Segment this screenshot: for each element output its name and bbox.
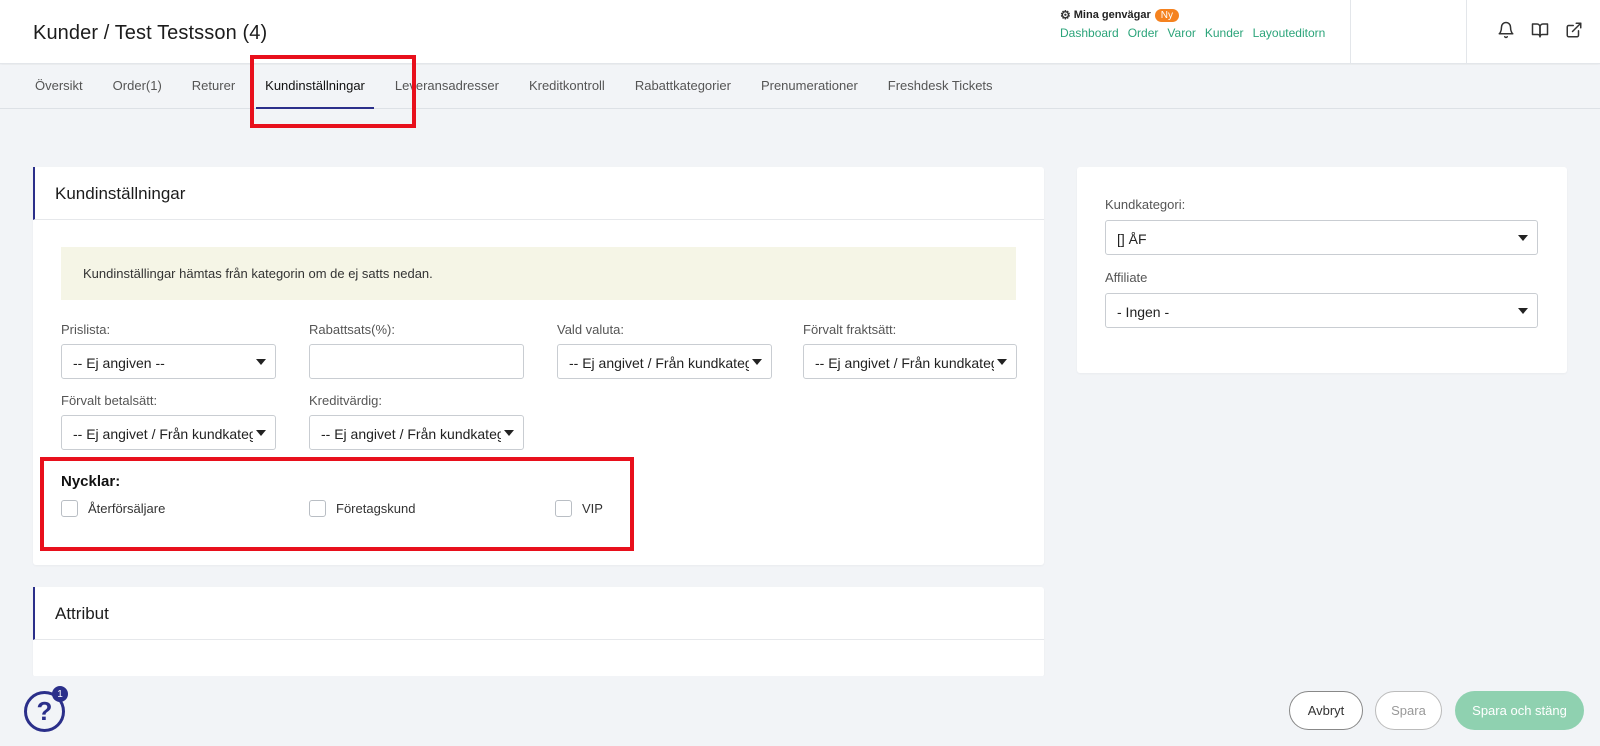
tab-freshdesk-tickets[interactable]: Freshdesk Tickets bbox=[873, 65, 1008, 109]
gear-icon: ⚙ bbox=[1060, 8, 1071, 22]
credit-label: Kreditvärdig: bbox=[309, 393, 382, 408]
caret-down-icon bbox=[504, 430, 514, 436]
shipping-label: Förvalt fraktsätt: bbox=[803, 322, 897, 337]
tab-kreditkontroll[interactable]: Kreditkontroll bbox=[514, 65, 620, 109]
shortcut-link-varor[interactable]: Varor bbox=[1167, 26, 1195, 40]
caret-down-icon bbox=[1518, 235, 1528, 241]
discount-input[interactable] bbox=[309, 344, 524, 379]
pricelist-select[interactable]: -- Ej angiven -- bbox=[61, 344, 276, 379]
affiliate-select[interactable]: - Ingen - bbox=[1105, 293, 1538, 328]
customer-settings-title: Kundinställningar bbox=[33, 167, 1044, 220]
bell-icon[interactable] bbox=[1496, 20, 1516, 40]
shortcut-link-dashboard[interactable]: Dashboard bbox=[1060, 26, 1119, 40]
pricelist-label: Prislista: bbox=[61, 322, 111, 337]
header-divider bbox=[1466, 0, 1467, 64]
keys-title: Nycklar: bbox=[61, 473, 121, 490]
caret-down-icon bbox=[256, 430, 266, 436]
checkbox-label: Företagskund bbox=[336, 501, 416, 516]
shortcuts-label: Mina genvägar bbox=[1073, 9, 1151, 21]
caret-down-icon bbox=[1518, 308, 1528, 314]
page-title: Kunder / Test Testsson (4) bbox=[33, 22, 268, 44]
currency-select[interactable]: -- Ej angivet / Från kundkategori -- bbox=[557, 344, 772, 379]
category-value: [] ÅF bbox=[1117, 231, 1147, 247]
category-label: Kundkategori: bbox=[1105, 197, 1186, 212]
checkbox-vip[interactable]: VIP bbox=[555, 500, 603, 517]
currency-label: Vald valuta: bbox=[557, 322, 624, 337]
affiliate-label: Affiliate bbox=[1105, 270, 1148, 285]
customer-category-card: Kundkategori: [] ÅF Affiliate - Ingen - bbox=[1077, 167, 1567, 373]
discount-label: Rabattsats(%): bbox=[309, 322, 395, 337]
checkbox-box[interactable] bbox=[61, 500, 78, 517]
shortcut-links: Dashboard Order Varor Kunder Layoutedito… bbox=[1060, 26, 1325, 40]
caret-down-icon bbox=[256, 359, 266, 365]
attributes-card: Attribut bbox=[33, 587, 1044, 677]
cancel-button[interactable]: Avbryt bbox=[1289, 691, 1363, 730]
save-and-close-button[interactable]: Spara och stäng bbox=[1455, 691, 1584, 730]
tab-rabattkategorier[interactable]: Rabattkategorier bbox=[620, 65, 746, 109]
tab-kundinstallningar[interactable]: Kundinställningar bbox=[250, 65, 380, 109]
settings-notice: Kundinställingar hämtas från kategorin o… bbox=[61, 247, 1016, 300]
attributes-title: Attribut bbox=[33, 587, 1044, 640]
checkbox-box[interactable] bbox=[309, 500, 326, 517]
shortcut-link-order[interactable]: Order bbox=[1128, 26, 1159, 40]
category-select[interactable]: [] ÅF bbox=[1105, 220, 1538, 255]
shipping-value: -- Ej angivet / Från kundkategori -- bbox=[815, 355, 994, 371]
shipping-select[interactable]: -- Ej angivet / Från kundkategori -- bbox=[803, 344, 1017, 379]
tab-bar: Översikt Order(1) Returer Kundinställnin… bbox=[0, 65, 1600, 109]
shortcuts-header[interactable]: ⚙ Mina genvägar Ny bbox=[1060, 8, 1325, 22]
affiliate-value: - Ingen - bbox=[1117, 304, 1170, 320]
header-icons bbox=[1496, 20, 1584, 40]
tab-returer[interactable]: Returer bbox=[177, 65, 250, 109]
pricelist-value: -- Ej angiven -- bbox=[73, 355, 165, 371]
payment-label: Förvalt betalsätt: bbox=[61, 393, 158, 408]
shortcuts: ⚙ Mina genvägar Ny Dashboard Order Varor… bbox=[1060, 8, 1325, 40]
new-badge: Ny bbox=[1154, 8, 1180, 22]
credit-select[interactable]: -- Ej angivet / Från kundkategori -- bbox=[309, 415, 524, 450]
caret-down-icon bbox=[997, 359, 1007, 365]
book-icon[interactable] bbox=[1530, 20, 1550, 40]
tab-leveransadresser[interactable]: Leveransadresser bbox=[380, 65, 514, 109]
checkbox-label: Återförsäljare bbox=[88, 501, 166, 516]
shortcut-link-kunder[interactable]: Kunder bbox=[1205, 26, 1244, 40]
shortcut-link-layouteditorn[interactable]: Layouteditorn bbox=[1253, 26, 1326, 40]
header-divider bbox=[1350, 0, 1351, 64]
caret-down-icon bbox=[752, 359, 762, 365]
customer-settings-card: Kundinställningar Kundinställingar hämta… bbox=[33, 167, 1044, 565]
help-badge: 1 bbox=[52, 686, 68, 702]
payment-select[interactable]: -- Ej angivet / Från kundkategori -- bbox=[61, 415, 276, 450]
external-link-icon[interactable] bbox=[1564, 20, 1584, 40]
tab-order[interactable]: Order(1) bbox=[98, 65, 177, 109]
checkbox-label: VIP bbox=[582, 501, 603, 516]
checkbox-aterforsaljare[interactable]: Återförsäljare bbox=[61, 500, 165, 517]
credit-value: -- Ej angivet / Från kundkategori -- bbox=[321, 426, 501, 442]
currency-value: -- Ej angivet / Från kundkategori -- bbox=[569, 355, 749, 371]
payment-value: -- Ej angivet / Från kundkategori -- bbox=[73, 426, 253, 442]
save-button[interactable]: Spara bbox=[1375, 691, 1442, 730]
checkbox-box[interactable] bbox=[555, 500, 572, 517]
tab-oversikt[interactable]: Översikt bbox=[20, 65, 98, 109]
top-header: Kunder / Test Testsson (4) ⚙ Mina genväg… bbox=[0, 0, 1600, 64]
checkbox-foretagskund[interactable]: Företagskund bbox=[309, 500, 416, 517]
tab-prenumerationer[interactable]: Prenumerationer bbox=[746, 65, 873, 109]
